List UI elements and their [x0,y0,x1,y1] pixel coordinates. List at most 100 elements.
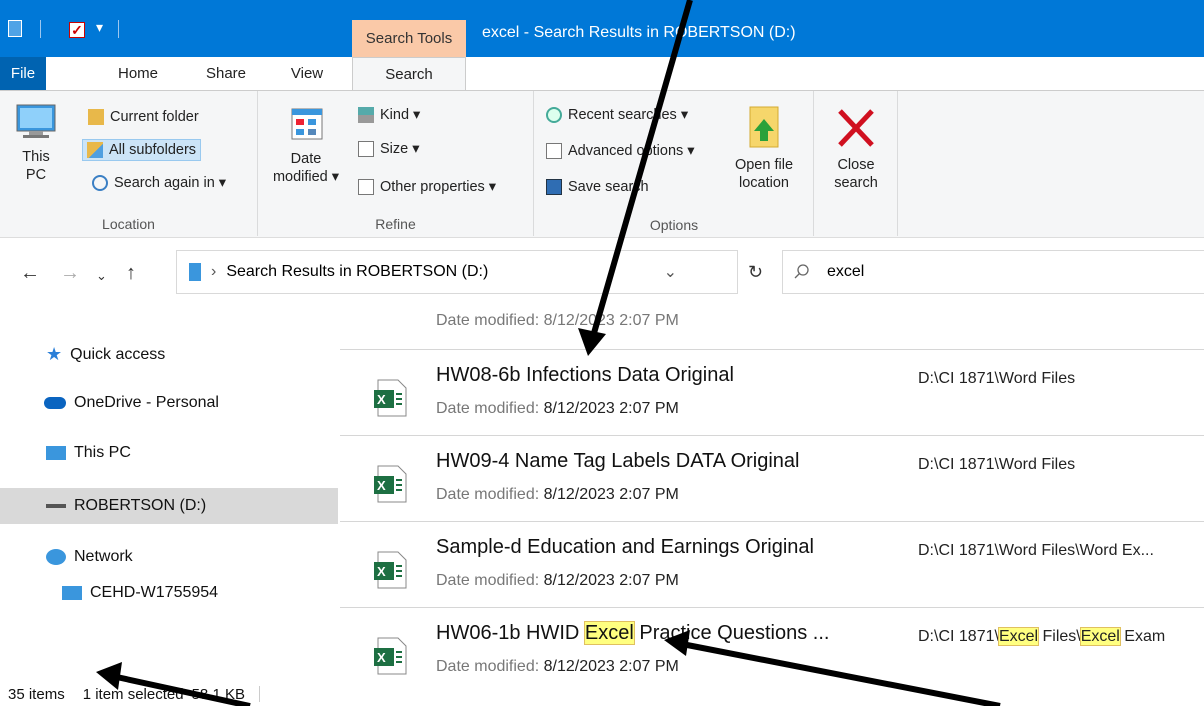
search-highlight: Excel [997,627,1040,646]
open-file-label-1: Open file [734,157,794,173]
date-label: Date modified: [436,572,544,589]
selection-size: 58.1 KB [191,685,245,703]
other-properties-button[interactable]: Other properties ▾ [358,179,496,195]
path-part: D:\CI 1871\ [918,628,999,645]
size-icon [358,141,374,157]
file-name-part: HW06-1b HWID [436,622,585,644]
advanced-options-icon [546,143,562,159]
nav-this-pc[interactable]: This PC [46,444,131,462]
nav-onedrive[interactable]: OneDrive - Personal [44,394,219,412]
search-highlight: Excel [583,621,635,645]
tab-home[interactable]: Home [108,57,168,90]
recent-locations-chevron-icon[interactable]: ⌄ [96,268,107,284]
recent-searches-label: Recent searches ▾ [568,107,689,123]
file-path: D:\CI 1871\Word Files [918,370,1076,387]
nav-drive-robertson[interactable]: ROBERTSON (D:) [0,488,338,524]
current-folder-button[interactable]: Current folder [88,109,199,125]
separator [258,686,260,702]
computer-icon [62,586,82,600]
properties-icon [358,179,374,195]
excel-file-icon: X [374,465,407,503]
save-icon [546,179,562,195]
cloud-icon [44,397,66,409]
search-highlight: Excel [1079,627,1121,646]
file-name: HW06-1b HWID Excel Practice Questions ..… [436,621,830,645]
search-again-icon [92,175,108,191]
other-properties-label: Other properties ▾ [380,179,497,195]
date-modified-button[interactable]: Date modified ▾ [266,105,346,186]
date-modified-label-1: Date [290,151,322,167]
excel-file-icon: X [374,379,407,417]
properties-quick-access-icon[interactable]: ✓ [69,22,85,38]
date-value: 8/12/2023 2:07 PM [543,486,679,503]
open-file-location-button[interactable]: Open file location [726,105,802,192]
window-title: excel - Search Results in ROBERTSON (D:) [482,24,796,41]
forward-arrow-icon[interactable]: → [60,262,80,285]
list-item[interactable]: X Sample-d Education and Earnings Origin… [340,522,1204,608]
file-path: D:\CI 1871\Word Files\Word Ex... [918,542,1154,559]
nav-computer[interactable]: CEHD-W1755954 [62,584,218,602]
file-name: HW08-6b Infections Data Original [436,364,734,386]
excel-file-icon: X [374,551,407,589]
path-part: Files\ [1038,628,1081,645]
location-folder-icon [189,263,201,281]
results-list: Date modified: 8/12/2023 2:07 PM X HW08-… [340,304,1204,684]
tab-view[interactable]: View [282,57,332,90]
tab-search[interactable]: Search [352,57,466,91]
options-group-label: Options [649,217,699,233]
list-item[interactable]: Date modified: 8/12/2023 2:07 PM [340,264,1204,350]
explorer-app-icon[interactable] [8,20,22,37]
file-name-part: Practice Questions ... [633,622,830,644]
location-group-label: Location [102,216,155,232]
search-tools-context-tab: Search Tools [352,20,466,57]
monitor-icon [16,104,56,138]
open-file-location-icon [749,106,779,148]
calendar-icon [291,108,323,140]
file-date: Date modified: 8/12/2023 2:07 PM [436,572,679,590]
close-x-icon [838,109,874,147]
this-pc-button[interactable]: This PC [6,101,66,184]
nav-onedrive-label: OneDrive - Personal [74,394,219,411]
advanced-options-button[interactable]: Advanced options ▾ [546,143,695,159]
tab-file[interactable]: File [0,57,46,90]
svg-text:X: X [377,478,386,493]
close-search-button[interactable]: Close search [822,105,890,192]
file-path: D:\CI 1871\Word Files [918,456,1076,473]
this-pc-label-1: This [22,149,50,165]
up-arrow-icon[interactable]: ↑ [126,262,136,285]
file-date: Date modified: 8/12/2023 2:07 PM [436,486,679,504]
date-value: 8/12/2023 2:07 PM [543,400,679,417]
ribbon: This PC Current folder All subfolders Se… [0,90,1204,238]
selection-count: 1 item selected [82,685,184,703]
breadcrumb-chevron-icon: › [211,263,217,280]
recent-searches-button[interactable]: Recent searches ▾ [546,107,688,123]
back-arrow-icon[interactable]: ← [20,262,40,285]
monitor-icon [46,446,66,460]
nav-quick-access-label: Quick access [70,345,166,363]
drive-icon [46,504,66,508]
file-date: Date modified: 8/12/2023 2:07 PM [436,312,679,329]
quick-access-dropdown-icon[interactable]: ▾ [96,19,103,36]
nav-network[interactable]: Network [46,548,133,566]
this-pc-label-2: PC [25,167,47,183]
close-search-label-1: Close [837,157,875,173]
nav-quick-access[interactable]: ★ Quick access [46,344,165,365]
close-group: Close search [814,91,898,236]
nav-drive-label: ROBERTSON (D:) [74,497,207,514]
save-search-button[interactable]: Save search [546,179,649,195]
save-search-label: Save search [568,179,649,195]
advanced-options-label: Advanced options ▾ [568,143,695,159]
list-item[interactable]: X HW08-6b Infections Data Original Date … [340,350,1204,436]
size-button[interactable]: Size ▾ [358,141,420,157]
search-again-in-button[interactable]: Search again in ▾ [92,175,226,191]
location-group: This PC Current folder All subfolders Se… [0,91,258,236]
kind-button[interactable]: Kind ▾ [358,107,420,123]
date-value: 8/12/2023 2:07 PM [543,658,679,675]
options-group: Recent searches ▾ Advanced options ▾ Sav… [534,91,814,236]
date-label: Date modified: [436,486,544,503]
current-folder-label: Current folder [110,109,199,125]
open-file-label-2: location [739,175,789,191]
tab-share[interactable]: Share [198,57,254,90]
list-item[interactable]: X HW09-4 Name Tag Labels DATA Original D… [340,436,1204,522]
all-subfolders-button[interactable]: All subfolders [82,139,202,161]
